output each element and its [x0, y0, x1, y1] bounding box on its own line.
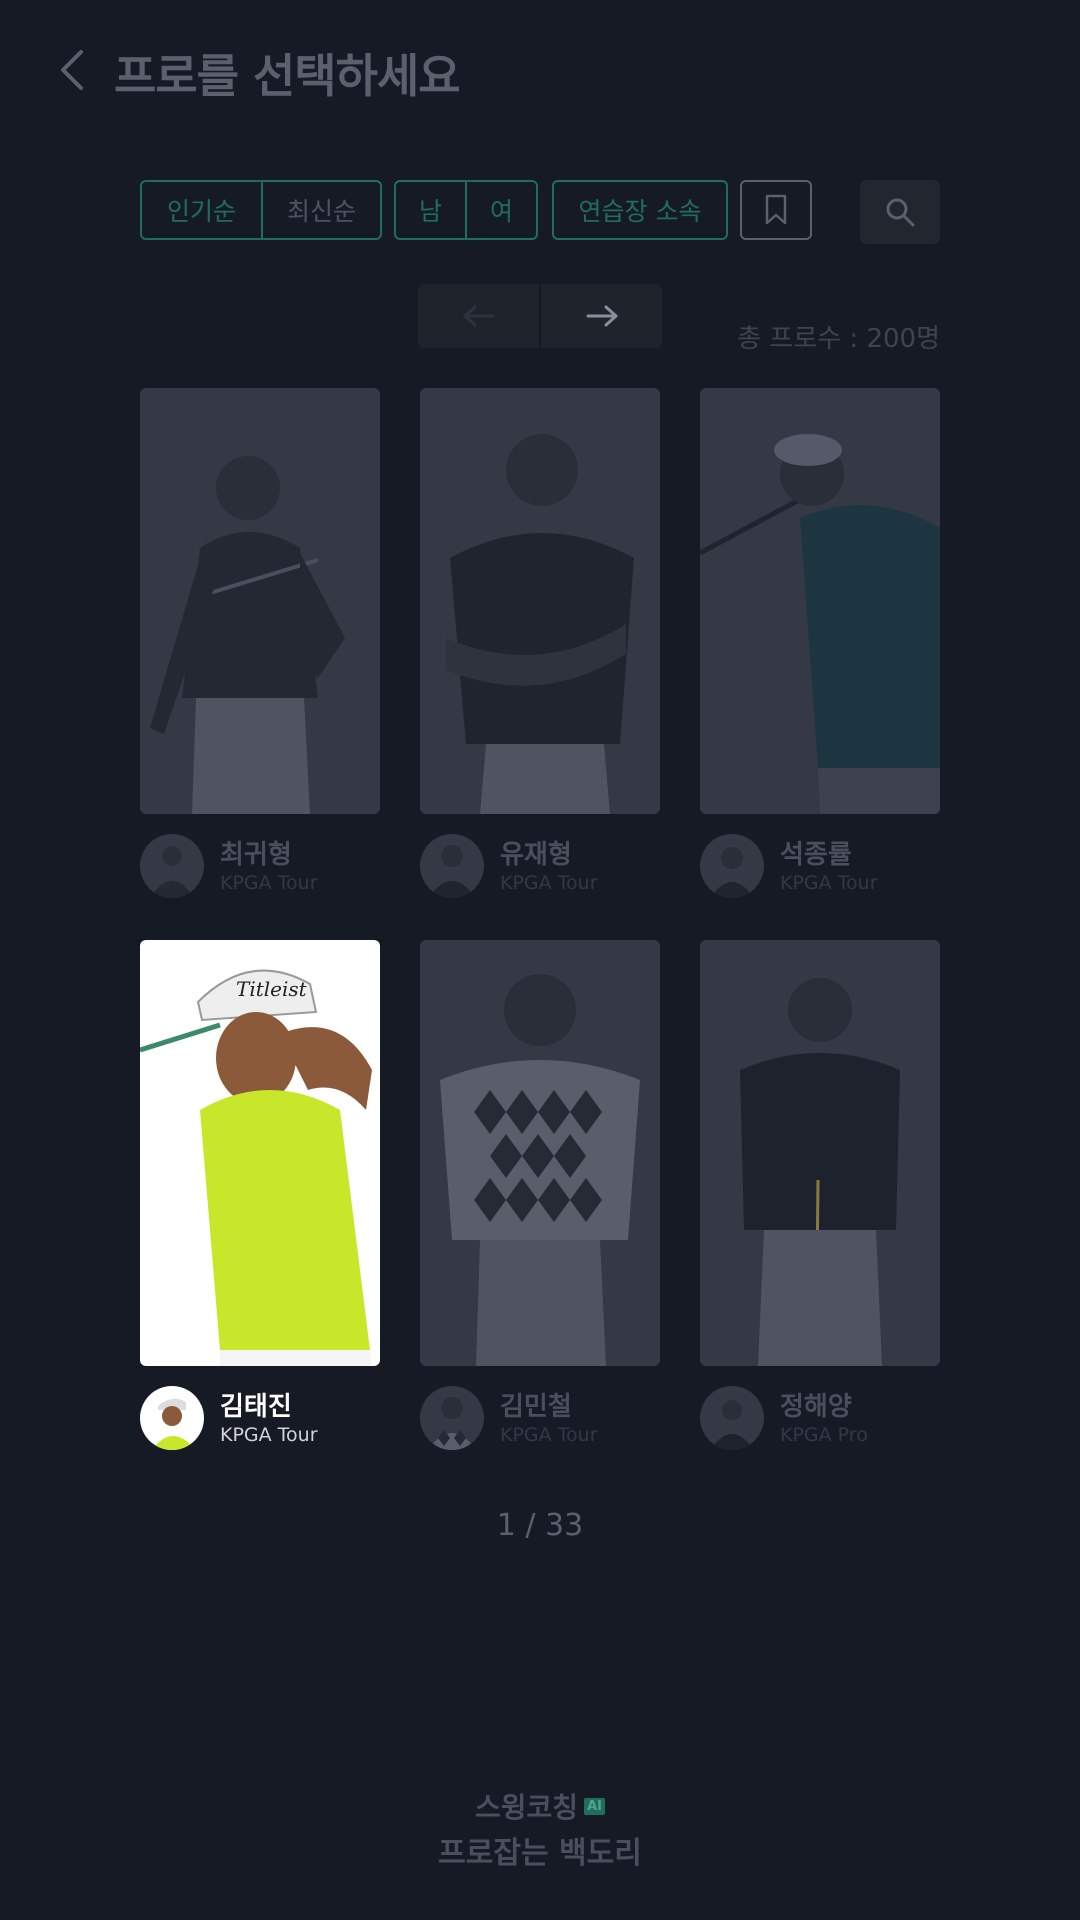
chevron-left-icon [61, 50, 83, 90]
page-arrows [418, 284, 662, 348]
pro-info: 김민철 KPGA Tour [420, 1386, 660, 1450]
gender-toggle: 남 여 [394, 180, 538, 240]
sort-popular-button[interactable]: 인기순 [142, 182, 261, 238]
pro-name: 유재형 [500, 840, 572, 870]
pro-tour: KPGA Tour [780, 872, 878, 894]
pro-photo [140, 388, 380, 814]
arrow-right-icon [586, 305, 617, 327]
academy-filter-button[interactable]: 연습장 소속 [554, 182, 726, 238]
pro-avatar [700, 1386, 764, 1450]
pro-avatar [420, 1386, 484, 1450]
svg-text:Titleist: Titleist [236, 977, 308, 1001]
pro-name: 김민철 [500, 1392, 572, 1422]
logo-text-line2: 프로잡는 백도리 [438, 1836, 642, 1871]
bookmark-icon [765, 194, 787, 225]
sort-toggle: 인기순 최신순 [140, 180, 382, 240]
pro-photo: Titleist [140, 940, 380, 1366]
pro-info: 석종률 KPGA Tour [700, 834, 940, 898]
pro-photo [420, 940, 660, 1366]
page-indicator: 1 / 33 [496, 1508, 584, 1543]
back-button[interactable] [52, 44, 92, 96]
pro-photo [700, 388, 940, 814]
pro-card[interactable]: 김민철 KPGA Tour [420, 940, 660, 1450]
pro-tour: KPGA Pro [780, 1424, 868, 1446]
pro-name: 김태진 [220, 1392, 292, 1422]
pro-tour: KPGA Tour [220, 1424, 318, 1446]
sort-latest-button[interactable]: 최신순 [260, 182, 380, 238]
pro-card[interactable]: 최귀형 KPGA Tour [140, 388, 380, 898]
pro-info: 최귀형 KPGA Tour [140, 834, 380, 898]
footer-logo: 스윙코칭 AI 프로잡는 백도리 [0, 1786, 1080, 1872]
pro-photo [420, 388, 660, 814]
page-title: 프로를 선택하세요 [114, 49, 461, 103]
pro-card[interactable]: 석종률 KPGA Tour [700, 388, 940, 898]
pro-tour: KPGA Tour [500, 872, 598, 894]
pro-avatar [700, 834, 764, 898]
pro-tour: KPGA Tour [500, 1424, 598, 1446]
pro-avatar [140, 1386, 204, 1450]
pro-name: 석종률 [780, 840, 852, 870]
pro-photo [700, 940, 940, 1366]
pro-info: 유재형 KPGA Tour [420, 834, 660, 898]
total-pro-count: 총 프로수 : 200명 [737, 324, 940, 354]
ai-badge: AI [584, 1797, 605, 1815]
top-bar: 프로를 선택하세요 [0, 0, 1080, 140]
search-button[interactable] [860, 180, 940, 244]
pro-name: 최귀형 [220, 840, 292, 870]
logo-text-line1: 스윙코칭 [475, 1791, 579, 1824]
pro-name: 정해양 [780, 1392, 852, 1422]
pro-info: 정해양 KPGA Pro [700, 1386, 940, 1450]
search-icon [886, 198, 915, 227]
pro-card[interactable]: 유재형 KPGA Tour [420, 388, 660, 898]
gender-female-button[interactable]: 여 [465, 182, 536, 238]
bookmark-filter-button[interactable] [740, 180, 812, 240]
arrow-left-icon [463, 305, 494, 327]
gender-male-button[interactable]: 남 [396, 182, 465, 238]
pro-avatar [420, 834, 484, 898]
pro-card[interactable]: 정해양 KPGA Pro [700, 940, 940, 1450]
academy-filter: 연습장 소속 [552, 180, 728, 240]
prev-page-button[interactable] [418, 284, 539, 348]
pro-card-selected[interactable]: Titleist 김태진 KPGA Tour [140, 940, 380, 1450]
filter-bar: 인기순 최신순 남 여 연습장 소속 [140, 180, 940, 244]
pro-info: 김태진 KPGA Tour [140, 1386, 380, 1450]
next-page-button[interactable] [539, 284, 662, 348]
pro-avatar [140, 834, 204, 898]
pro-tour: KPGA Tour [220, 872, 318, 894]
